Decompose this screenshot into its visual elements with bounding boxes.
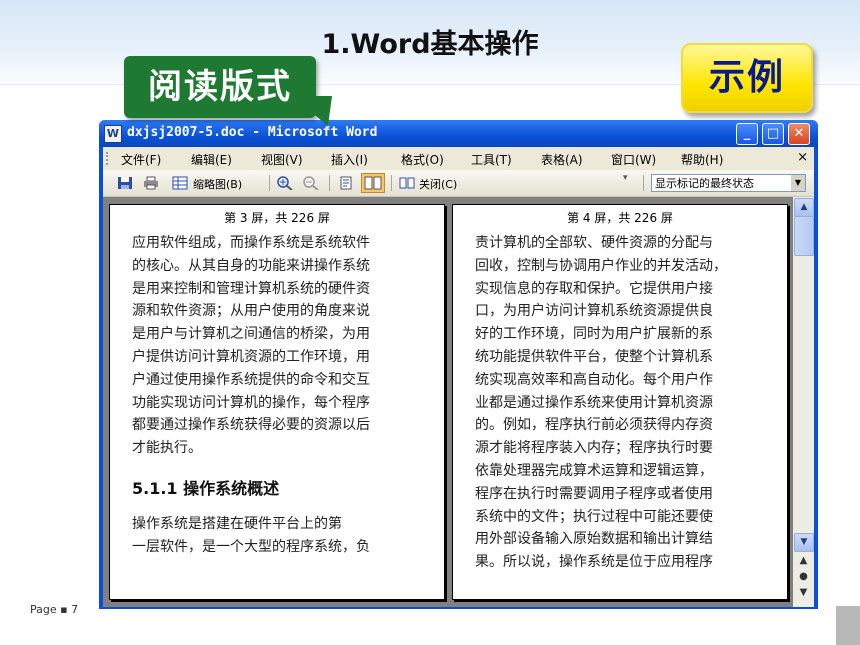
page-header: 第 4 屏，共 226 屏 <box>567 211 673 225</box>
toolbar-options-icon[interactable]: ▾ <box>623 173 628 183</box>
menu-bar: 文件(F) 编辑(E) 视图(V) 插入(I) 格式(O) 工具(T) 表格(A… <box>103 147 814 170</box>
page-line: 户通过使用操作系统提供的命令和交互 <box>132 371 370 388</box>
page-line: 一层软件，是一个大型的程序系统，负 <box>132 538 370 555</box>
page-line: 应用软件组成，而操作系统是系统软件 <box>132 235 370 251</box>
example-badge: 示例 <box>681 43 813 113</box>
page-line: 是用户与计算机之间通信的桥梁，为用 <box>132 326 370 343</box>
menu-window[interactable]: 窗口(W) <box>611 151 656 168</box>
menu-format[interactable]: 格式(O) <box>401 151 444 168</box>
zoom-out-icon[interactable] <box>303 176 319 190</box>
page-line: 统实现高效率和高自动化。每个用户作 <box>475 371 713 388</box>
print-icon[interactable] <box>143 176 159 190</box>
menu-edit[interactable]: 编辑(E) <box>191 151 232 168</box>
menu-grip-icon[interactable] <box>106 152 110 165</box>
page-line: 的。例如，程序执行前必须获得内存资 <box>475 417 713 434</box>
scroll-up-icon[interactable]: ▲ <box>794 198 814 217</box>
document-map-icon[interactable] <box>338 176 354 190</box>
page-line: 才能执行。 <box>132 440 202 457</box>
toolbar-separator <box>269 175 270 191</box>
page-line: 好的工作环境，同时为用户扩展新的系 <box>475 326 713 343</box>
page-line: 程序在执行时需要调用子程序或者使用 <box>475 485 713 502</box>
menu-insert[interactable]: 插入(I) <box>331 151 368 168</box>
minimize-button[interactable]: _ <box>736 123 758 145</box>
callout-label: 阅读版式 <box>124 56 316 118</box>
footer-decoration <box>836 606 860 645</box>
thumbnails-button[interactable]: 缩略图(B) <box>193 176 242 192</box>
page-line: 口，为用户访问计算机系统资源提供良 <box>475 303 713 320</box>
chevron-down-icon[interactable]: ▼ <box>791 175 805 191</box>
word-doc-icon: W <box>104 125 122 143</box>
word-window: W dxjsj2007-5.doc - Microsoft Word _ □ ✕… <box>99 120 818 609</box>
page-line: 户提供访问计算机资源的工作环境，用 <box>132 349 370 365</box>
page-line: 的核心。从其自身的功能来讲操作系统 <box>132 257 370 274</box>
page-line: 系统中的文件；执行过程中可能还要使 <box>475 508 713 525</box>
scroll-down-icon[interactable]: ▼ <box>794 533 814 552</box>
reading-layout-icon[interactable] <box>361 173 385 193</box>
page-left[interactable]: 第 3 屏，共 226 屏 应用软件组成，而操作系统是系统软件 的核心。从其自身… <box>109 204 445 600</box>
reading-toolbar: 缩略图(B) 关闭(C) ▾ 显示标记的最终状态 ▼ <box>103 170 814 197</box>
page-line: 是用来控制和管理计算机系统的硬件资 <box>132 280 370 297</box>
maximize-button[interactable]: □ <box>762 123 784 145</box>
close-reading-button[interactable]: 关闭(C) <box>419 176 457 192</box>
page-line: 源和软件资源；从用户使用的角度来说 <box>132 303 370 320</box>
page-right[interactable]: 第 4 屏，共 226 屏 责计算机的全部软、硬件资源的分配与 回收，控制与协调… <box>452 204 788 600</box>
page-line: 都要通过操作系统获得必要的资源以后 <box>132 417 370 434</box>
next-page-icon[interactable]: ▼ <box>793 587 814 598</box>
toolbar-separator <box>643 175 644 191</box>
window-title: dxjsj2007-5.doc - Microsoft Word <box>127 125 378 140</box>
page-number: Page ▪ 7 <box>30 603 79 616</box>
previous-page-icon[interactable]: ▲ <box>793 555 814 566</box>
menu-table[interactable]: 表格(A) <box>541 151 583 168</box>
page-line: 功能实现访问计算机的操作，每个程序 <box>132 394 370 411</box>
markup-state-select[interactable]: 显示标记的最终状态 ▼ <box>651 174 806 192</box>
close-document-icon[interactable]: × <box>797 150 808 165</box>
menu-tools[interactable]: 工具(T) <box>471 151 512 168</box>
zoom-in-icon[interactable] <box>277 176 293 190</box>
menu-view[interactable]: 视图(V) <box>261 151 303 168</box>
close-button[interactable]: ✕ <box>788 123 810 145</box>
page-line: 回收，控制与协调用户作业的并发活动， <box>475 257 727 274</box>
title-bar[interactable]: W dxjsj2007-5.doc - Microsoft Word _ □ ✕ <box>99 120 818 147</box>
markup-state-value: 显示标记的最终状态 <box>655 177 754 190</box>
section-heading: 5.1.1 操作系统概述 <box>132 479 280 498</box>
reading-area: 第 3 屏，共 226 屏 应用软件组成，而操作系统是系统软件 的核心。从其自身… <box>103 197 793 607</box>
page-header: 第 3 屏，共 226 屏 <box>224 211 330 225</box>
page-line: 责计算机的全部软、硬件资源的分配与 <box>475 235 713 251</box>
page-line: 依靠处理器完成算术运算和逻辑运算， <box>475 463 713 479</box>
menu-file[interactable]: 文件(F) <box>121 151 161 168</box>
page-line: 统功能提供软件平台，使整个计算机系 <box>475 349 713 365</box>
page-line: 源才能将程序装入内存；程序执行时要 <box>475 440 713 457</box>
page-line: 用外部设备输入原始数据和输出计算结 <box>475 531 713 548</box>
page-line: 业都是通过操作系统来使用计算机资源 <box>475 394 713 411</box>
page-line: 实现信息的存取和保护。它提供用户接 <box>475 280 713 297</box>
browse-object-icon[interactable]: ● <box>793 571 814 582</box>
page-line: 果。所以说，操作系统是位于应用程序 <box>475 554 713 571</box>
menu-help[interactable]: 帮助(H) <box>681 151 723 168</box>
page-line: 操作系统是搭建在硬件平台上的第 <box>132 516 342 532</box>
save-icon[interactable] <box>117 176 133 190</box>
close-book-icon[interactable] <box>399 176 415 190</box>
vertical-scrollbar[interactable]: ▲ ▼ ▲ ● ▼ <box>793 197 814 607</box>
toolbar-separator <box>329 175 330 191</box>
thumbnails-icon[interactable] <box>172 176 188 190</box>
toolbar-separator <box>391 175 392 191</box>
scrollbar-thumb[interactable] <box>794 216 814 256</box>
